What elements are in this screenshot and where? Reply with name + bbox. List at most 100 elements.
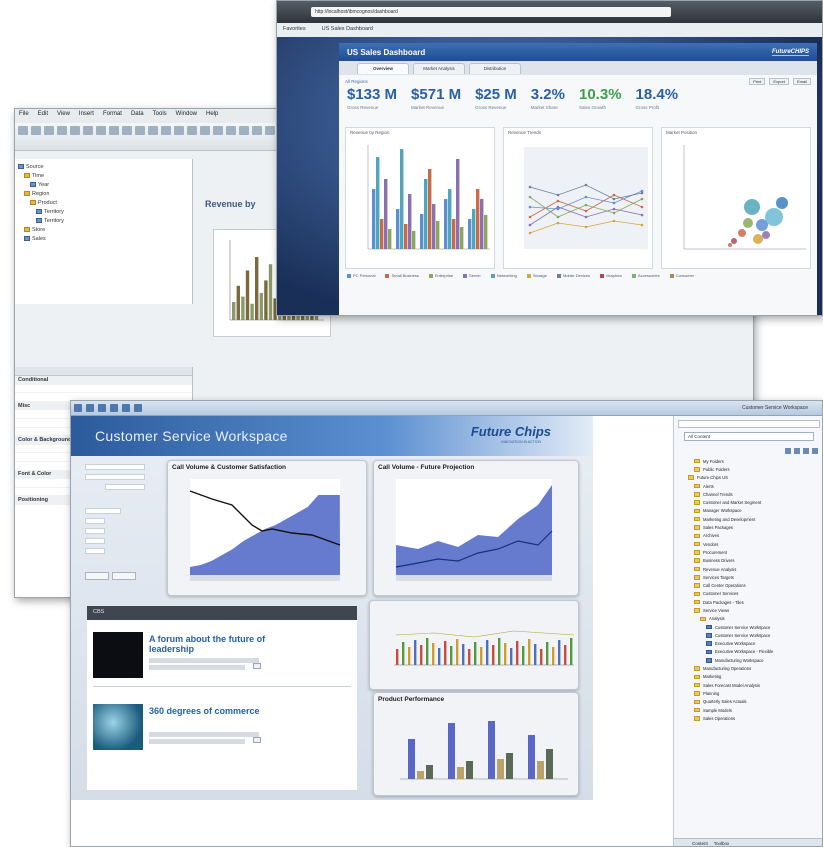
toolbar-icon[interactable] [239,126,249,135]
toolbar-icon[interactable] [148,126,158,135]
toolbar-icon[interactable] [200,126,210,135]
home-icon[interactable] [74,404,82,412]
legend-item[interactable]: Enterprise [429,273,453,278]
menu-tools[interactable]: Tools [153,111,167,121]
toolbar-icon[interactable] [161,126,171,135]
explorer-node[interactable]: Sales Packages [682,523,822,531]
explorer-node[interactable]: Sales Operations [682,714,822,722]
toolbar-icon[interactable] [96,126,106,135]
news-headline[interactable]: A forum about the future of leadership [149,634,269,654]
explorer-node[interactable]: Procurement [682,548,822,556]
projection-panel[interactable]: Call Volume - Future Projection [373,460,579,596]
legend-item[interactable]: Accessories [632,273,660,278]
market-bubble-chart[interactable]: Market Position [661,127,811,269]
menu-file[interactable]: File [19,111,29,121]
news-headline[interactable]: 360 degrees of commerce [149,706,269,716]
explorer-node[interactable]: Manager Workspace [682,507,822,515]
legend-item[interactable]: Consumer [670,273,694,278]
revenue-bar-chart[interactable]: Revenue by Region [345,127,495,269]
explorer-node[interactable]: Sales Forecast Model Analysis [682,681,822,689]
tab-market-analysis[interactable]: Market Analysis [413,63,465,74]
kpi-tile[interactable]: 18.4% Gross Profit [636,87,679,117]
tree-node[interactable]: Source [18,162,189,171]
explorer-node[interactable]: Public Folders [682,465,822,473]
region-checkbox[interactable] [85,538,105,544]
legend-item[interactable]: Storage [527,273,547,278]
forward-icon[interactable] [98,404,106,412]
menu-insert[interactable]: Insert [79,111,94,121]
legend-item[interactable]: Server [463,273,481,278]
explorer-node[interactable]: Services Targets [682,573,822,581]
toolbar-icon[interactable] [187,126,197,135]
region-checkbox[interactable] [85,518,105,524]
legend-item[interactable]: Small Business [385,273,418,278]
toolbar-icon[interactable] [226,126,236,135]
explorer-node[interactable]: Customer and Market Segment [682,498,822,506]
toolbar-icon[interactable] [252,126,262,135]
tab-overview[interactable]: Overview [357,63,409,74]
menu-help[interactable]: Help [206,111,218,121]
toolbar-icon[interactable] [174,126,184,135]
explorer-node[interactable]: Analysis [682,615,822,623]
kpi-tile[interactable]: $571 M Market Revenue [411,87,461,117]
settings-icon[interactable] [134,404,142,412]
menu-format[interactable]: Format [103,111,122,121]
save-icon[interactable] [110,404,118,412]
tab-toolbox[interactable]: Toolbox [714,841,730,846]
kpi-tile[interactable]: 3.2% Market Share [531,87,565,117]
print-icon[interactable] [122,404,130,412]
new-folder-icon[interactable] [794,448,800,454]
tree-node[interactable]: Year [18,180,189,189]
menu-view[interactable]: View [57,111,70,121]
email-button[interactable]: Email [792,77,811,85]
date-range-field[interactable] [105,484,145,490]
apply-button[interactable] [112,572,136,580]
export-button[interactable]: Export [769,77,789,85]
toolbar-icon[interactable] [135,126,145,135]
toolbar-icon[interactable] [122,126,132,135]
explorer-node[interactable]: My Folders [682,457,822,465]
region-checkbox[interactable] [85,528,105,534]
tree-node[interactable]: Territory [18,216,189,225]
play-button[interactable] [253,663,261,669]
delete-icon[interactable] [812,448,818,454]
explorer-node[interactable]: Quarterly Sales Actuals [682,698,822,706]
explorer-node[interactable]: Customer Service Workspace [682,623,822,631]
revenue-line-chart[interactable]: Revenue Trends [503,127,653,269]
toolbar-icon[interactable] [213,126,223,135]
explorer-node[interactable]: Future Chips US [682,474,822,482]
explorer-node[interactable]: Marketing and Development [682,515,822,523]
explorer-node[interactable]: Vendors [682,540,822,548]
explorer-node[interactable]: Manufacturing Operations [682,664,822,672]
menu-edit[interactable]: Edit [38,111,48,121]
explorer-node[interactable]: Business Drivers [682,557,822,565]
favorites-link[interactable]: Favorites [283,26,306,34]
property-group[interactable]: Conditional [15,376,192,385]
date-range-field[interactable] [85,474,145,480]
explorer-node[interactable]: Manufacturing Workspace [682,656,822,664]
region-checkbox[interactable] [85,548,105,554]
region-filter[interactable]: All Regions [345,79,368,84]
kpi-tile[interactable]: 10.3% Sales Growth [579,87,622,117]
tab-content[interactable]: Content [692,841,708,846]
explorer-node[interactable]: Channel Trends [682,490,822,498]
kpi-tile[interactable]: $25 M Gross Revenue [475,87,517,117]
explorer-node[interactable]: Executive Workspace [682,640,822,648]
call-volume-panel[interactable]: Call Volume & Customer Satisfaction [167,460,367,596]
explorer-node[interactable]: Service Views [682,606,822,614]
toolbar-icon[interactable] [265,126,275,135]
explorer-node[interactable]: Call Center Operations [682,581,822,589]
content-filter-select[interactable]: All Content [684,432,814,441]
explorer-node[interactable]: Executive Workspace - Flexible [682,648,822,656]
tree-node[interactable]: Product [18,198,189,207]
property-row[interactable] [15,385,192,394]
back-icon[interactable] [86,404,94,412]
explorer-search-input[interactable] [678,420,820,428]
explorer-node[interactable]: Archives [682,532,822,540]
explorer-node[interactable]: Marketing [682,673,822,681]
tree-node[interactable]: Region [18,189,189,198]
news-item[interactable]: 360 degrees of commerce [93,704,353,764]
address-bar[interactable]: http://localhost/ibmcognos/dashboard [311,7,671,17]
explorer-node[interactable]: Data Packages - Tiles [682,598,822,606]
tree-node[interactable]: Store [18,225,189,234]
